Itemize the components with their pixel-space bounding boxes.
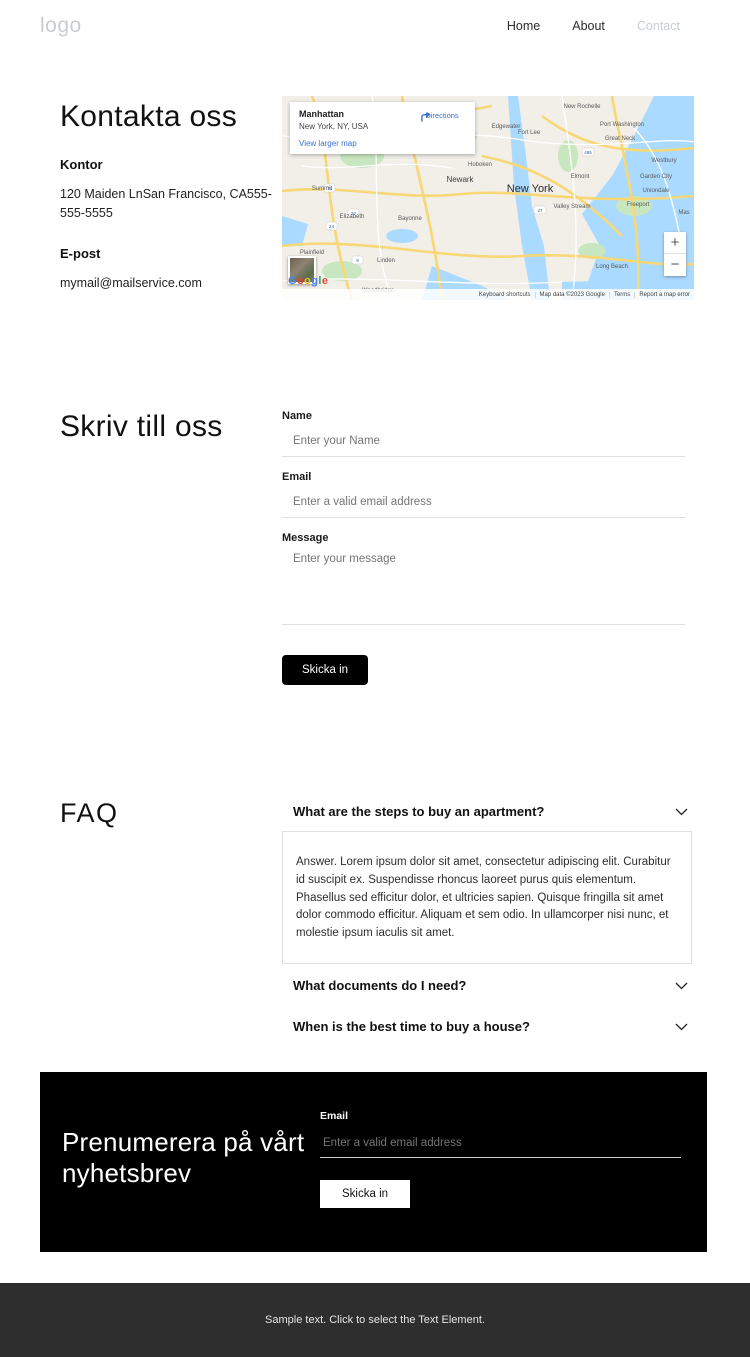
google-map[interactable]: 78 22 24 495 27 9 Paterson New Rochelle … (282, 96, 694, 300)
svg-text:Port Washington: Port Washington (600, 122, 644, 128)
terms-link[interactable]: Terms (608, 291, 634, 298)
faq-title: FAQ (60, 798, 119, 828)
svg-text:Edgewater: Edgewater (492, 124, 521, 130)
site-footer: Sample text. Click to select the Text El… (0, 1283, 750, 1357)
nav-link-about[interactable]: About (572, 19, 605, 33)
message-label: Message (282, 532, 329, 544)
svg-text:Westbury: Westbury (651, 158, 676, 164)
contact-submit-button[interactable]: Skicka in (282, 655, 369, 685)
chevron-down-glyph (675, 808, 688, 815)
faq-section: FAQ What are the steps to buy an apartme… (0, 685, 750, 1046)
chevron-down-glyph (675, 1023, 688, 1030)
newsletter-submit-button[interactable]: Skicka in (320, 1180, 411, 1208)
name-label: Name (282, 410, 312, 422)
svg-text:Hoboken: Hoboken (468, 162, 492, 168)
contact-section: Kontakta oss Kontor 120 Maiden LnSan Fra… (0, 52, 750, 300)
footer-text[interactable]: Sample text. Click to select the Text El… (265, 1314, 485, 1326)
svg-text:New Rochelle: New Rochelle (563, 104, 601, 110)
map-zoom-controls[interactable]: + − (664, 232, 686, 276)
directions-icon (421, 111, 431, 122)
newsletter-title: Prenumerera på vårt nyhetsbrev (62, 1127, 305, 1188)
contact-form-title: Skriv till oss (60, 410, 223, 443)
email-address: mymail@mailservice.com (60, 275, 202, 290)
faq-item-1-question[interactable]: What documents do I need? (282, 964, 692, 1005)
svg-text:Newark: Newark (446, 175, 474, 184)
message-field-group: Message (282, 532, 685, 630)
contact-form-heading-col: Skriv till oss (60, 410, 282, 467)
main-nav: Home About Contact (507, 19, 680, 33)
keyboard-shortcuts-link[interactable]: Keyboard shortcuts (475, 292, 535, 298)
faq-item-0-answer: Answer. Lorem ipsum dolor sit amet, cons… (282, 831, 692, 965)
name-field-group: Name (282, 410, 685, 457)
site-logo[interactable]: logo (40, 14, 82, 38)
chevron-down-icon[interactable] (675, 980, 688, 992)
map-attribution-bar: Keyboard shortcuts Map data ©2023 Google… (282, 289, 694, 300)
faq-accordion: What are the steps to buy an apartment? … (282, 798, 692, 1046)
svg-text:24: 24 (329, 224, 335, 229)
faq-heading-col: FAQ (60, 798, 282, 829)
name-input[interactable] (282, 435, 685, 457)
map-info-card[interactable]: Manhattan New York, NY, USA View larger … (290, 102, 475, 154)
svg-text:Mas: Mas (678, 210, 689, 216)
site-header: logo Home About Contact (0, 0, 750, 52)
message-textarea[interactable] (282, 553, 685, 625)
newsletter-section: Prenumerera på vårt nyhetsbrev Email Ski… (40, 1072, 707, 1252)
newsletter-email-input[interactable] (320, 1137, 681, 1158)
office-address: 120 Maiden LnSan Francisco, CA555-555-55… (60, 187, 272, 221)
faq-item-2-question-text: When is the best time to buy a house? (293, 1019, 530, 1035)
svg-text:New York: New York (507, 183, 554, 195)
email-label: Email (282, 471, 312, 483)
email-label: E-post (60, 245, 101, 261)
svg-text:495: 495 (584, 150, 592, 155)
map-data-text: Map data ©2023 Google (534, 291, 609, 298)
svg-text:Linden: Linden (377, 258, 395, 264)
faq-item-0-question-text: What are the steps to buy an apartment? (293, 804, 545, 819)
report-error-link[interactable]: Report a map error (634, 291, 694, 298)
svg-text:Elmont: Elmont (571, 174, 590, 180)
zoom-in-button[interactable]: + (664, 232, 686, 254)
contact-details: Kontakta oss Kontor 120 Maiden LnSan Fra… (60, 96, 282, 293)
faq-item-2-question[interactable]: When is the best time to buy a house? (282, 1005, 692, 1046)
zoom-out-button[interactable]: − (664, 254, 686, 276)
faq-item-0-question[interactable]: What are the steps to buy an apartment? (282, 798, 692, 831)
email-input[interactable] (282, 496, 685, 518)
map-place-subtitle: New York, NY, USA (299, 121, 369, 131)
office-label: Kontor (60, 157, 103, 172)
nav-link-contact[interactable]: Contact (637, 19, 680, 33)
svg-text:Fort Lee: Fort Lee (518, 130, 541, 136)
svg-text:Long Beach: Long Beach (596, 264, 628, 270)
nav-link-home[interactable]: Home (507, 19, 540, 33)
svg-text:Valley Stream: Valley Stream (554, 204, 591, 210)
email-field-group: Email (282, 471, 685, 518)
svg-text:Garden City: Garden City (640, 174, 672, 180)
chevron-down-icon[interactable] (675, 1021, 688, 1033)
svg-text:Freeport: Freeport (627, 202, 650, 208)
svg-text:27: 27 (537, 208, 543, 213)
google-logo: Google (288, 275, 329, 287)
svg-text:Uniondale: Uniondale (642, 188, 670, 194)
newsletter-heading-col: Prenumerera på vårt nyhetsbrev (40, 1072, 320, 1252)
contact-form: Name Email Message Skicka in (282, 410, 685, 685)
faq-item-1-question-text: What documents do I need? (293, 978, 467, 994)
chevron-down-glyph (675, 982, 688, 989)
contact-title: Kontakta oss (60, 100, 238, 133)
svg-text:Great Neck: Great Neck (605, 136, 636, 142)
newsletter-email-label: Email (320, 1110, 349, 1122)
view-larger-map-link[interactable]: View larger map (299, 139, 466, 148)
contact-form-section: Skriv till oss Name Email Message Skicka… (0, 300, 750, 685)
newsletter-form: Email Skicka in (320, 1072, 707, 1252)
svg-text:Bayonne: Bayonne (398, 216, 422, 222)
map-directions-button[interactable]: Directions (419, 110, 465, 122)
chevron-down-icon[interactable] (675, 806, 688, 818)
svg-text:Summit: Summit (312, 186, 333, 192)
svg-text:Elizabeth: Elizabeth (340, 214, 365, 220)
